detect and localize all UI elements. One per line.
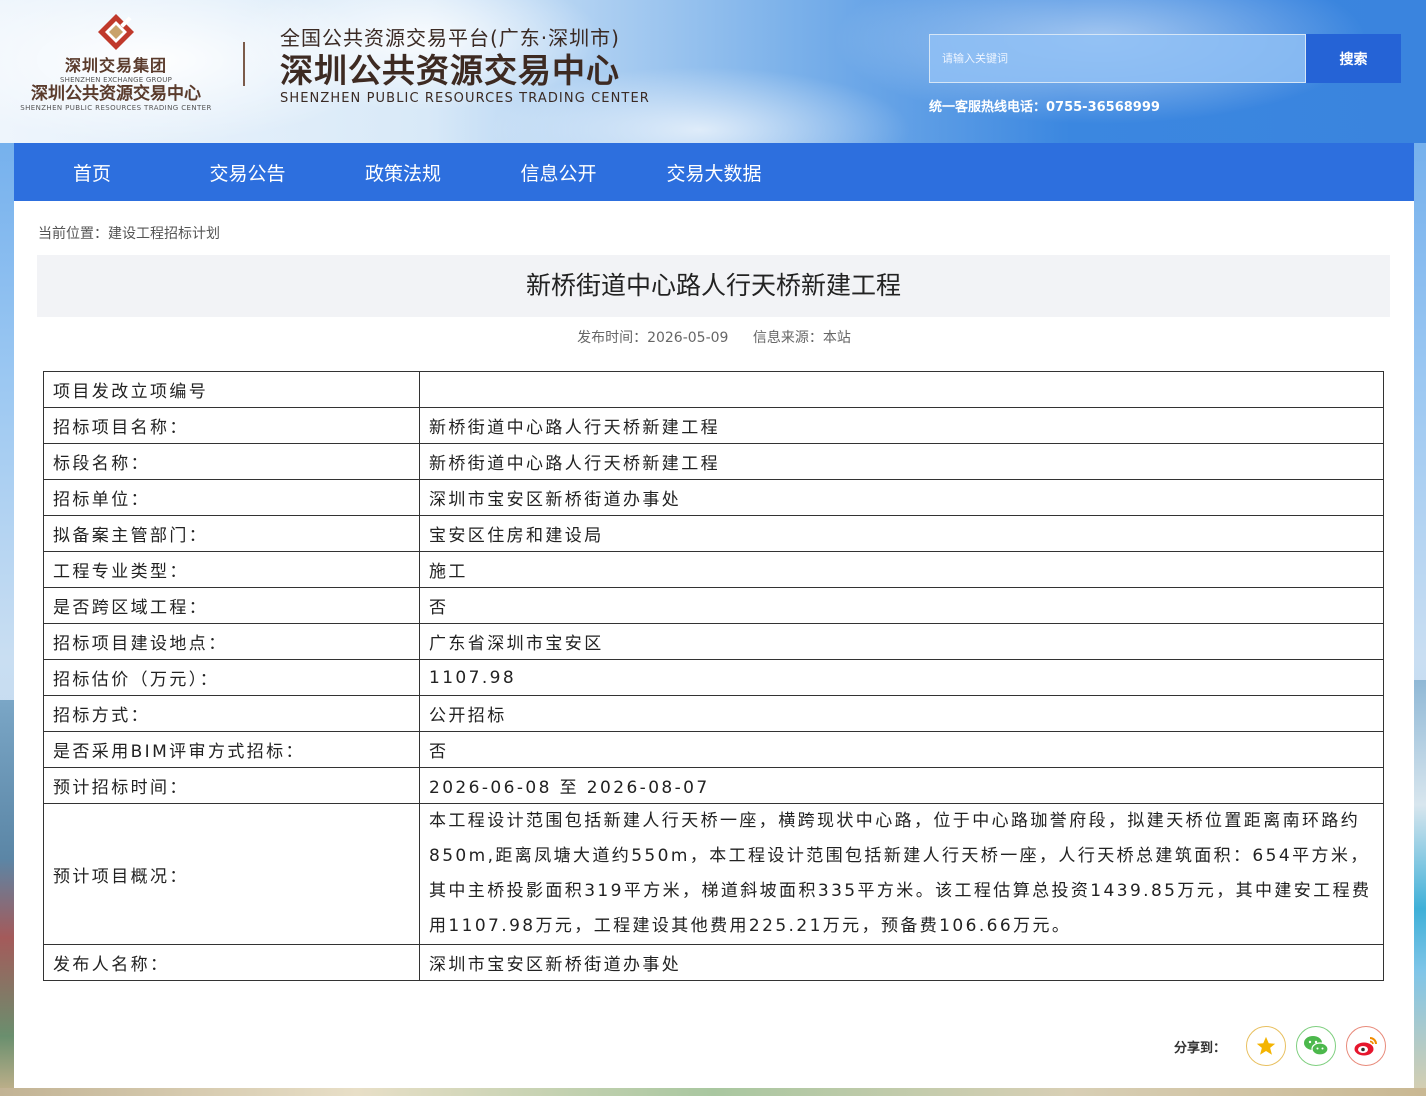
table-key: 发布人名称：: [43, 944, 420, 981]
center-name-en: SHENZHEN PUBLIC RESOURCES TRADING CENTER: [20, 104, 212, 112]
article-title: 新桥街道中心路人行天桥新建工程: [37, 255, 1390, 317]
table-row: 招标单位： 深圳市宝安区新桥街道办事处: [43, 479, 1384, 516]
table-value: 否: [419, 731, 1384, 768]
nav-policies[interactable]: 政策法规: [325, 159, 481, 186]
table-row: 预计招标时间： 2026-06-08 至 2026-08-07: [43, 767, 1384, 804]
project-info-table: 项目发改立项编号 招标项目名称： 新桥街道中心路人行天桥新建工程 标段名称： 新…: [43, 371, 1384, 981]
share-favorite-button[interactable]: [1246, 1026, 1286, 1066]
info-source: 信息来源：本站: [752, 330, 851, 346]
share-label: 分享到：: [1173, 1040, 1226, 1056]
background-city-right: [1414, 680, 1426, 1096]
table-key: 招标单位：: [43, 479, 420, 516]
table-row: 招标估价（万元）： 1107.98: [43, 659, 1384, 696]
table-value: [419, 371, 1384, 408]
table-value: 否: [419, 587, 1384, 624]
logo-divider: [243, 42, 245, 86]
platform-name: 深圳公共资源交易中心: [280, 51, 620, 90]
group-name-cn: 深圳交易集团: [64, 56, 167, 75]
table-row: 标段名称： 新桥街道中心路人行天桥新建工程: [43, 443, 1384, 480]
hotline-text: 统一客服热线电话：0755-36568999: [929, 100, 1160, 115]
platform-title[interactable]: 全国公共资源交易平台(广东·深圳市) 深圳公共资源交易中心 SHENZHEN P…: [280, 22, 650, 106]
nav-home[interactable]: 首页: [14, 159, 170, 186]
background-city-bottom: [0, 1088, 1426, 1096]
breadcrumb: 当前位置：建设工程招标计划: [38, 226, 220, 242]
table-key: 项目发改立项编号: [43, 371, 420, 408]
nav-info-disclosure[interactable]: 信息公开: [481, 159, 636, 186]
table-value: 新桥街道中心路人行天桥新建工程: [419, 443, 1384, 480]
background-city-left: [0, 700, 14, 1096]
table-row: 预计项目概况： 本工程设计范围包括新建人行天桥一座，横跨现状中心路，位于中心路珈…: [43, 803, 1384, 945]
table-value: 2026-06-08 至 2026-08-07: [419, 767, 1384, 804]
share-bar: 分享到：: [1174, 1026, 1386, 1066]
table-value: 1107.98: [419, 659, 1384, 696]
main-nav: 首页 交易公告 政策法规 信息公开 交易大数据: [14, 143, 1414, 201]
platform-name-en: SHENZHEN PUBLIC RESOURCES TRADING CENTER: [280, 91, 650, 106]
star-icon: [1256, 1036, 1276, 1055]
table-value: 新桥街道中心路人行天桥新建工程: [419, 407, 1384, 444]
table-key: 招标项目建设地点：: [43, 623, 420, 660]
table-key: 招标方式：: [43, 695, 420, 732]
search-input[interactable]: [929, 34, 1306, 83]
table-row: 招标项目名称： 新桥街道中心路人行天桥新建工程: [43, 407, 1384, 444]
wechat-icon: [1304, 1036, 1329, 1056]
search-button[interactable]: 搜索: [1306, 34, 1401, 83]
table-row: 招标项目建设地点： 广东省深圳市宝安区: [43, 623, 1384, 660]
table-value: 深圳市宝安区新桥街道办事处: [419, 944, 1384, 981]
table-key: 拟备案主管部门：: [43, 515, 420, 552]
exchange-logo-icon: [98, 14, 134, 50]
group-name-en: SHENZHEN EXCHANGE GROUP: [59, 76, 172, 84]
table-row: 拟备案主管部门： 宝安区住房和建设局: [43, 515, 1384, 552]
nav-trade-notices[interactable]: 交易公告: [170, 159, 325, 186]
table-value: 本工程设计范围包括新建人行天桥一座，横跨现状中心路，位于中心路珈誉府段，拟建天桥…: [419, 803, 1384, 945]
table-value: 深圳市宝安区新桥街道办事处: [419, 479, 1384, 516]
table-key: 预计项目概况：: [43, 803, 420, 945]
weibo-icon: [1354, 1037, 1377, 1056]
share-wechat-button[interactable]: [1296, 1026, 1336, 1066]
table-row: 项目发改立项编号: [43, 371, 1384, 408]
table-key: 是否采用BIM评审方式招标：: [43, 731, 420, 768]
content-panel: 当前位置：建设工程招标计划 新桥街道中心路人行天桥新建工程 发布时间：2026-…: [14, 201, 1414, 1088]
table-value: 公开招标: [419, 695, 1384, 732]
group-logo[interactable]: 深圳交易集团 SHENZHEN EXCHANGE GROUP 深圳公共资源交易中…: [16, 12, 216, 112]
table-row: 是否采用BIM评审方式招标： 否: [43, 731, 1384, 768]
platform-subtitle: 全国公共资源交易平台(广东·深圳市): [280, 26, 620, 50]
table-value: 宝安区住房和建设局: [419, 515, 1384, 552]
search-bar: 搜索: [929, 34, 1401, 83]
table-key: 工程专业类型：: [43, 551, 420, 588]
share-weibo-button[interactable]: [1346, 1026, 1386, 1066]
center-name-cn: 深圳公共资源交易中心: [31, 84, 201, 104]
table-value: 广东省深圳市宝安区: [419, 623, 1384, 660]
table-row: 工程专业类型： 施工: [43, 551, 1384, 588]
publish-time: 发布时间：2026-05-09: [577, 330, 729, 346]
table-key: 标段名称：: [43, 443, 420, 480]
table-key: 招标项目名称：: [43, 407, 420, 444]
table-key: 招标估价（万元）：: [43, 659, 420, 696]
article-meta: 发布时间：2026-05-09 信息来源：本站: [14, 327, 1414, 347]
table-value: 施工: [419, 551, 1384, 588]
table-row: 发布人名称： 深圳市宝安区新桥街道办事处: [43, 944, 1384, 981]
table-row: 是否跨区域工程： 否: [43, 587, 1384, 624]
table-key: 预计招标时间：: [43, 767, 420, 804]
table-row: 招标方式： 公开招标: [43, 695, 1384, 732]
table-key: 是否跨区域工程：: [43, 587, 420, 624]
nav-big-data[interactable]: 交易大数据: [636, 159, 792, 186]
